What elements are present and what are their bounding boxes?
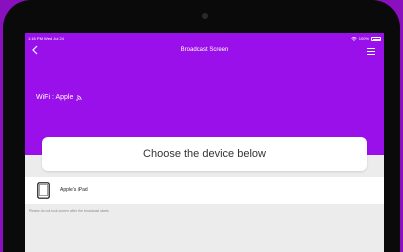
camera-icon [202,13,208,19]
page-title: Broadcast Screen [180,47,229,53]
wifi-info: WiFi : Apple [36,94,82,101]
tablet-device-frame: 1:16 PM Wed Jul 24 100% Broadcast Screen… [3,0,400,252]
wifi-label: WiFi : Apple [36,94,74,101]
nav-bar: Broadcast Screen [25,43,384,59]
wifi-icon [76,94,82,101]
device-name: Apple's iPad [60,187,88,193]
wifi-status-icon [351,36,357,41]
device-list-item[interactable]: Apple's iPad [25,177,384,204]
choose-device-text: Choose the device below [143,148,266,160]
status-right: 100% [351,36,381,41]
battery-icon [371,36,381,41]
battery-percent: 100% [358,36,369,41]
status-bar: 1:16 PM Wed Jul 24 100% [28,35,381,43]
app-screen: 1:16 PM Wed Jul 24 100% Broadcast Screen… [25,33,384,252]
choose-device-card: Choose the device below [42,137,367,171]
menu-button[interactable] [367,47,375,55]
tablet-icon [37,182,50,199]
status-time: 1:16 PM Wed Jul 24 [28,36,64,41]
list-icon [367,47,375,49]
lock-screen-hint: Please do not lock screen after the broa… [29,209,109,213]
